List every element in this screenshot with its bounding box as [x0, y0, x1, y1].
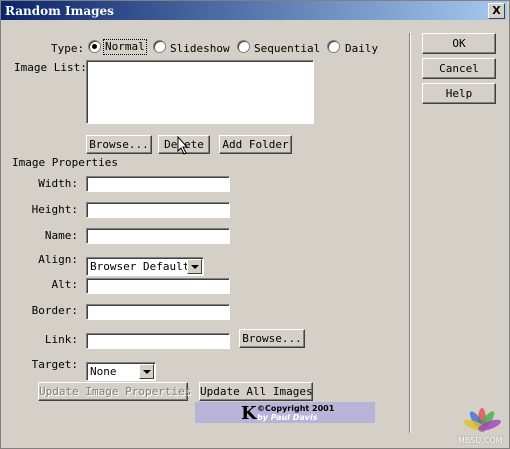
- logo-copyright-text: ©Copyright 2001: [257, 404, 335, 413]
- width-label: Width:: [38, 177, 78, 190]
- vertical-divider: [409, 33, 411, 433]
- image-list-box[interactable]: [86, 60, 314, 124]
- radio-daily[interactable]: [327, 40, 340, 53]
- watermark-logo-icon: [463, 408, 501, 432]
- copyright-logo: K ©Copyright 2001 by Paul Davis: [195, 402, 375, 424]
- mouse-cursor-icon: [177, 136, 189, 155]
- width-field[interactable]: [86, 176, 230, 192]
- title-bar[interactable]: Random Images: [1, 1, 507, 20]
- chevron-down-icon[interactable]: [139, 364, 154, 379]
- browse-image-button[interactable]: Browse...: [86, 135, 152, 154]
- target-label: Target:: [31, 358, 78, 371]
- browse-link-button[interactable]: Browse...: [239, 329, 305, 348]
- image-list-label: Image List:: [14, 61, 87, 74]
- update-image-properties-button: Update Image Properties: [38, 382, 191, 401]
- align-selected-value: Browser Default: [90, 260, 190, 273]
- height-field[interactable]: [86, 202, 230, 218]
- border-label: Border:: [31, 304, 78, 317]
- height-label: Height:: [31, 203, 78, 216]
- radio-sequential[interactable]: [237, 40, 250, 53]
- radio-daily-label[interactable]: Daily: [345, 42, 378, 55]
- radio-slideshow[interactable]: [153, 40, 166, 53]
- link-label: Link:: [44, 333, 78, 346]
- alt-label: Alt:: [51, 278, 79, 291]
- radio-normal-label[interactable]: Normal: [105, 40, 145, 53]
- update-all-images-button[interactable]: Update All Images: [199, 382, 313, 401]
- radio-slideshow-label[interactable]: Slideshow: [170, 42, 230, 55]
- alt-field[interactable]: [86, 278, 230, 294]
- radio-sequential-label[interactable]: Sequential: [254, 42, 320, 55]
- type-label: Type:: [51, 42, 85, 55]
- radio-normal-focus: Normal: [103, 39, 147, 55]
- radio-selected-dot: [92, 44, 97, 49]
- watermark-text: MBSU.COM: [458, 436, 503, 445]
- target-selected-value: None: [90, 365, 117, 378]
- align-select[interactable]: Browser Default: [86, 257, 204, 276]
- name-field[interactable]: [86, 228, 230, 244]
- name-label: Name:: [44, 229, 78, 242]
- border-field[interactable]: [86, 304, 230, 320]
- align-label: Align:: [38, 253, 78, 266]
- chevron-down-icon[interactable]: [187, 259, 202, 274]
- ok-button[interactable]: OK: [422, 33, 496, 54]
- add-folder-button[interactable]: Add Folder: [219, 135, 292, 154]
- logo-letter: K: [241, 403, 257, 424]
- window-title: Random Images: [5, 4, 114, 18]
- link-field[interactable]: [86, 333, 230, 349]
- image-properties-heading: Image Properties: [12, 156, 118, 169]
- close-button[interactable]: X: [488, 3, 505, 19]
- target-select[interactable]: None: [86, 362, 156, 381]
- logo-author-text: by Paul Davis: [257, 413, 318, 422]
- help-button[interactable]: Help: [422, 83, 496, 104]
- cancel-button[interactable]: Cancel: [422, 58, 496, 79]
- radio-normal[interactable]: [88, 40, 101, 53]
